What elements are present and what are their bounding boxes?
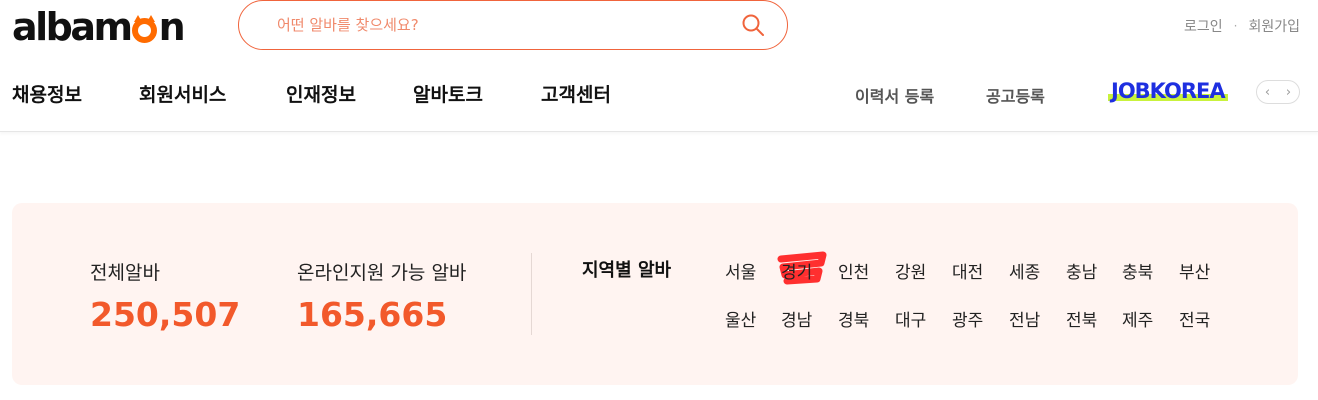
prev-arrow-icon[interactable]: ‹ bbox=[1257, 81, 1278, 103]
online-jobs-count[interactable]: 165,665 bbox=[297, 295, 447, 334]
search-bar bbox=[238, 0, 788, 50]
region-jeonnam[interactable]: 전남 bbox=[1009, 306, 1040, 331]
login-link[interactable]: 로그인 bbox=[1184, 16, 1223, 36]
albamon-logo[interactable]: albam n bbox=[12, 2, 186, 52]
nav-item-member[interactable]: 회원서비스 bbox=[139, 80, 226, 107]
nav-item-talent[interactable]: 인재정보 bbox=[286, 80, 356, 107]
partner-slider-controls: ‹ › bbox=[1256, 80, 1300, 104]
nav-item-albatalk[interactable]: 알바토크 bbox=[413, 80, 483, 107]
region-chungbuk[interactable]: 충북 bbox=[1122, 258, 1153, 283]
signup-link[interactable]: 회원가입 bbox=[1248, 16, 1300, 36]
online-jobs-label: 온라인지원 가능 알바 bbox=[297, 262, 467, 284]
logo-cat-o-icon bbox=[131, 15, 157, 43]
search-input[interactable] bbox=[277, 16, 747, 34]
total-jobs-count[interactable]: 250,507 bbox=[90, 295, 240, 334]
separator: · bbox=[1233, 19, 1238, 33]
region-ulsan[interactable]: 울산 bbox=[725, 306, 756, 331]
resume-register-link[interactable]: 이력서 등록 bbox=[855, 83, 934, 107]
region-sejong[interactable]: 세종 bbox=[1009, 258, 1040, 283]
region-jeonbuk[interactable]: 전북 bbox=[1066, 306, 1097, 331]
jobkorea-logo[interactable]: JOBKOREA bbox=[1108, 79, 1228, 103]
region-nationwide[interactable]: 전국 bbox=[1179, 306, 1210, 331]
region-gyeongnam[interactable]: 경남 bbox=[781, 306, 812, 331]
region-incheon[interactable]: 인천 bbox=[838, 258, 869, 283]
region-gwangju[interactable]: 광주 bbox=[952, 306, 983, 331]
region-busan[interactable]: 부산 bbox=[1179, 258, 1210, 283]
nav-item-jobs[interactable]: 채용정보 bbox=[12, 80, 82, 107]
total-jobs-label: 전체알바 bbox=[90, 262, 160, 284]
region-gyeongbuk[interactable]: 경북 bbox=[838, 306, 869, 331]
region-chungnam[interactable]: 충남 bbox=[1066, 258, 1097, 283]
search-icon[interactable] bbox=[741, 13, 765, 37]
region-title: 지역별 알바 bbox=[582, 260, 672, 281]
divider bbox=[531, 253, 532, 335]
region-gyeonggi[interactable]: 경기 bbox=[781, 258, 812, 283]
main-nav: 채용정보 회원서비스 인재정보 알바토크 고객센터 이력서 등록 공고등록 JO… bbox=[0, 76, 1318, 132]
region-daegu[interactable]: 대구 bbox=[895, 306, 926, 331]
utility-links: 로그인 · 회원가입 bbox=[1184, 16, 1300, 36]
region-jeju[interactable]: 제주 bbox=[1122, 306, 1153, 331]
region-daejeon[interactable]: 대전 bbox=[952, 258, 983, 283]
nav-item-support[interactable]: 고객센터 bbox=[541, 80, 611, 107]
next-arrow-icon[interactable]: › bbox=[1278, 81, 1299, 103]
region-gangwon[interactable]: 강원 bbox=[895, 258, 926, 283]
stats-panel: 전체알바 250,507 온라인지원 가능 알바 165,665 지역별 알바 … bbox=[12, 203, 1298, 385]
job-post-link[interactable]: 공고등록 bbox=[986, 83, 1045, 107]
logo-text: albam n bbox=[12, 5, 186, 49]
region-seoul[interactable]: 서울 bbox=[725, 258, 756, 283]
